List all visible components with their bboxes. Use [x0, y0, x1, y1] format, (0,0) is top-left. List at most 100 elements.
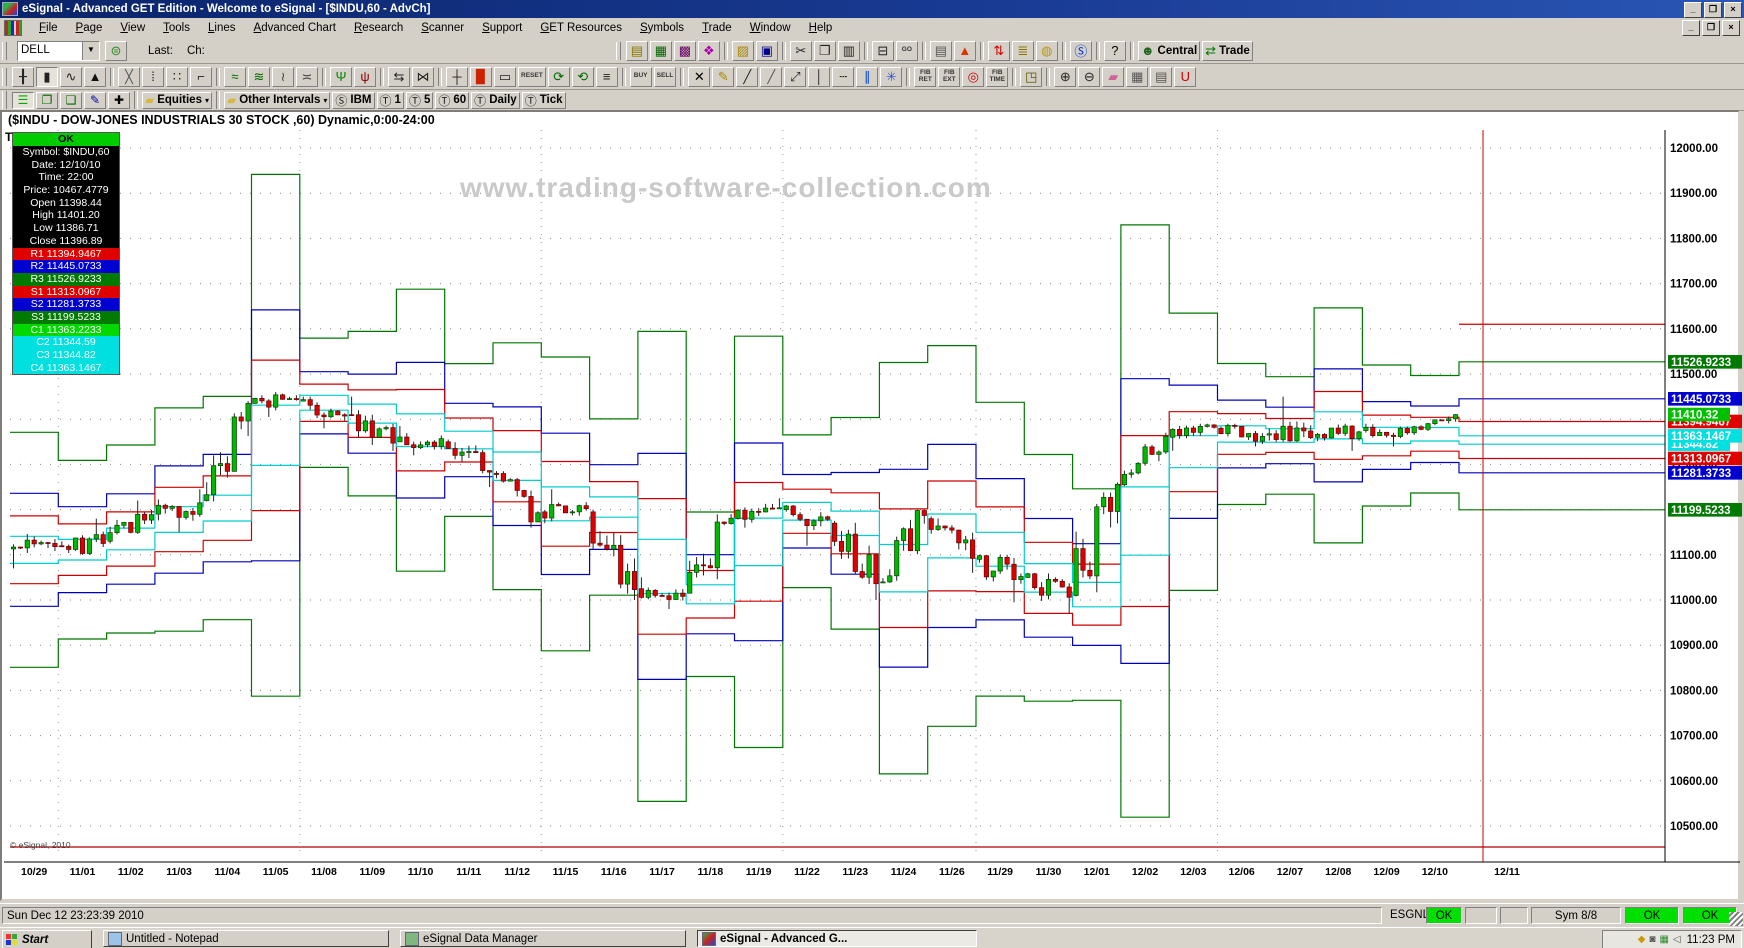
- link-symbol-button[interactable]: ⊜: [105, 40, 127, 61]
- taskbar-item-data-manager[interactable]: eSignal Data Manager: [400, 930, 686, 947]
- symbol-ibm-button[interactable]: Ⓢ IBM: [332, 91, 375, 109]
- wave-trend-button[interactable]: ≀: [272, 66, 294, 87]
- new-page-button[interactable]: ▤: [625, 40, 648, 61]
- menu-page[interactable]: Page: [67, 20, 112, 36]
- reload-button[interactable]: ⟲: [571, 66, 594, 87]
- interval-5-button[interactable]: Ⓣ 5: [405, 91, 434, 109]
- refresh-button[interactable]: ⟳: [547, 66, 570, 87]
- pitchfork-button[interactable]: Ψ: [330, 66, 352, 87]
- start-button[interactable]: Start: [2, 930, 92, 948]
- menu-symbols[interactable]: Symbols: [631, 20, 693, 36]
- bar-chart-type-button[interactable]: ╂: [12, 66, 34, 87]
- cut-button[interactable]: ✂: [789, 40, 812, 61]
- resize-grip[interactable]: [1729, 912, 1743, 926]
- pointer-link-button[interactable]: ◳: [1020, 66, 1043, 87]
- equities-dropdown[interactable]: ▰ Equities ▾: [142, 91, 212, 109]
- security-shield-icon[interactable]: ◆: [1638, 934, 1646, 945]
- mdi-minimize-button[interactable]: _: [1682, 20, 1700, 36]
- interval-tick-button[interactable]: Ⓣ Tick: [521, 91, 566, 109]
- save-page-button[interactable]: ▣: [755, 40, 778, 61]
- grid-snap-button[interactable]: ▦: [1126, 66, 1149, 87]
- toolbar-grip[interactable]: [2, 41, 7, 60]
- delete-drawing-button[interactable]: ✕: [688, 66, 711, 87]
- layout-button[interactable]: ☰: [12, 91, 34, 109]
- menu-get-resources[interactable]: GET Resources: [531, 20, 631, 36]
- menu-help[interactable]: Help: [800, 20, 842, 36]
- page-setup-button[interactable]: ✎: [84, 91, 106, 109]
- up-down-arrows-button[interactable]: ⇅: [987, 40, 1010, 61]
- fib-retracement-button[interactable]: FIB RET: [914, 66, 937, 87]
- new-basket-button[interactable]: ❖: [697, 40, 720, 61]
- ray-tool-button[interactable]: ╱: [760, 66, 783, 87]
- line-chart-type-button[interactable]: ∿: [60, 66, 82, 87]
- median-line-button[interactable]: ψ: [354, 66, 376, 87]
- interval-1-button[interactable]: Ⓣ 1: [376, 91, 404, 109]
- point-figure-button[interactable]: ╳: [118, 66, 140, 87]
- menu-lines[interactable]: Lines: [199, 20, 245, 36]
- step-chart-button[interactable]: ⌐: [190, 66, 212, 87]
- fib-time-button[interactable]: FIB TIME: [986, 66, 1009, 87]
- xtl-button[interactable]: ≍: [296, 66, 318, 87]
- menu-trade[interactable]: Trade: [693, 20, 741, 36]
- new-chart-button[interactable]: ▦: [649, 40, 672, 61]
- page-forward-button[interactable]: ❐: [36, 91, 58, 109]
- color-bars-button[interactable]: ▉: [470, 66, 492, 87]
- price-chart[interactable]: 12000.00 11900.00 11800.00 11700.00 11600.00…: [2, 112, 1742, 887]
- title-bar[interactable]: eSignal - Advanced GET Edition - Welcome…: [0, 0, 1744, 18]
- ticker-button[interactable]: ▤: [929, 40, 952, 61]
- go-button[interactable]: GO: [895, 40, 918, 61]
- menu-tools[interactable]: Tools: [154, 20, 199, 36]
- print-button[interactable]: ⊟: [871, 40, 894, 61]
- copy-button[interactable]: ❐: [813, 40, 836, 61]
- chevron-down-icon[interactable]: ▼: [82, 41, 99, 60]
- mdi-restore-button[interactable]: ❐: [1702, 20, 1720, 36]
- tick-bars-button[interactable]: ⁞: [142, 66, 164, 87]
- central-button[interactable]: ☻ Central: [1137, 40, 1201, 61]
- alert-bell-button[interactable]: ◍: [1035, 40, 1058, 61]
- horizontal-line-tool-button[interactable]: ┄: [832, 66, 855, 87]
- vertical-line-tool-button[interactable]: │: [808, 66, 831, 87]
- chart-window[interactable]: ($INDU - DOW-JONES INDUSTRIALS 30 STOCK …: [0, 110, 1742, 901]
- pencil-tool-button[interactable]: ✎: [712, 66, 735, 87]
- network-icon[interactable]: ▦: [1659, 934, 1668, 945]
- paste-button[interactable]: ▥: [837, 40, 860, 61]
- parallel-lines-tool-button[interactable]: ∥: [856, 66, 879, 87]
- new-quote-button[interactable]: ▩: [673, 40, 696, 61]
- menu-advanced-chart[interactable]: Advanced Chart: [245, 20, 345, 36]
- dot-chart-button[interactable]: ∷: [166, 66, 188, 87]
- fib-circle-button[interactable]: ◎: [962, 66, 985, 87]
- menu-scanner[interactable]: Scanner: [412, 20, 473, 36]
- dash-style-button[interactable]: ▭: [494, 66, 516, 87]
- data-box[interactable]: OK Symbol: $INDU,60 Date: 12/10/10 Time: 2…: [12, 132, 120, 376]
- trade-button[interactable]: ⇄ Trade: [1202, 40, 1253, 61]
- hot-list-button[interactable]: ▲: [953, 40, 976, 61]
- close-button[interactable]: ×: [1724, 2, 1742, 18]
- menu-window[interactable]: Window: [741, 20, 800, 36]
- other-intervals-dropdown[interactable]: ▰ Other Intervals ▾: [223, 91, 331, 109]
- menu-support[interactable]: Support: [473, 20, 531, 36]
- magnet-button[interactable]: U: [1174, 66, 1197, 87]
- taskbar-item-notepad[interactable]: Untitled - Notepad: [103, 930, 389, 947]
- notes-button[interactable]: ▤: [1150, 66, 1173, 87]
- symbol-search-button[interactable]: Ⓢ: [1069, 40, 1092, 61]
- add-symbol-button[interactable]: ✚: [108, 91, 130, 109]
- area-chart-type-button[interactable]: ▲: [84, 66, 106, 87]
- toolbar-grip[interactable]: [615, 41, 621, 60]
- zoom-out-button[interactable]: ⊖: [1078, 66, 1101, 87]
- toolbar-grip[interactable]: [2, 67, 7, 86]
- zoom-in-button[interactable]: ⊕: [1054, 66, 1077, 87]
- extended-line-tool-button[interactable]: ⤢: [784, 66, 807, 87]
- fib-extension-button[interactable]: FIB EXT: [938, 66, 961, 87]
- buy-button[interactable]: BUY: [629, 66, 652, 87]
- trendline-tool-button[interactable]: ╱: [736, 66, 759, 87]
- expand-bars-button[interactable]: ⇆: [388, 66, 410, 87]
- toolbar-grip[interactable]: [2, 91, 7, 109]
- elliott-wave-button[interactable]: ≈: [224, 66, 246, 87]
- eraser-button[interactable]: ▰: [1102, 66, 1125, 87]
- volume-icon[interactable]: ◁: [1673, 934, 1681, 945]
- compress-bars-button[interactable]: ⋈: [412, 66, 434, 87]
- properties-button[interactable]: ≡: [595, 66, 618, 87]
- symbol-combobox[interactable]: DELL ▼: [17, 40, 100, 61]
- reset-button[interactable]: RESET: [518, 66, 546, 87]
- menu-research[interactable]: Research: [345, 20, 412, 36]
